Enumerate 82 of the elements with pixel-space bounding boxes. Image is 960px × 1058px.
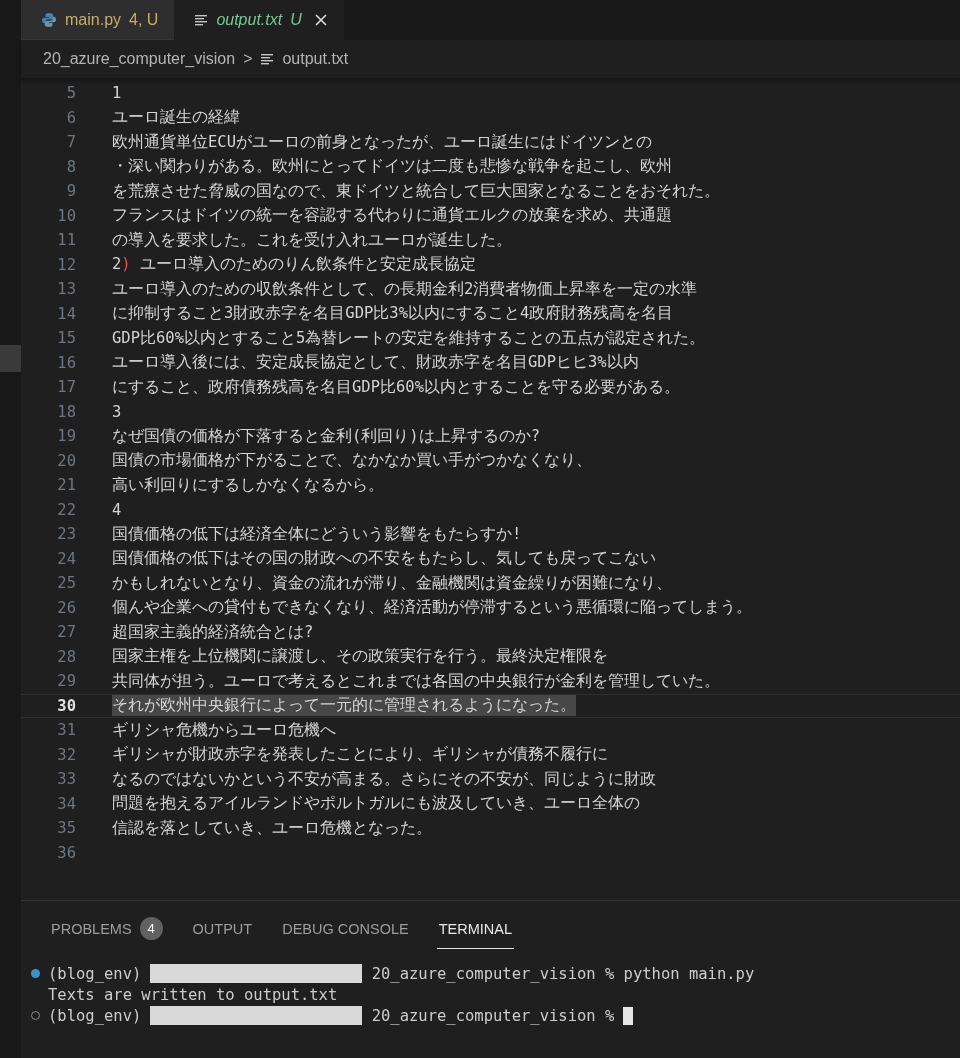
line-number: 32 — [56, 745, 76, 764]
line-number: 11 — [56, 231, 76, 250]
code-line: 2) ユーロ導入のためのりん飲条件と安定成長協定 — [112, 254, 477, 276]
line-number: 20 — [56, 451, 76, 470]
code-line: 欧州通貨単位ECUがユーロの前身となったが、ユーロ誕生にはドイツンとの — [112, 131, 652, 153]
code-line: フランスはドイツの統一を容認する代わりに通貨エルクの放棄を求め、共通題 — [112, 205, 672, 227]
code-line: 超国家主義的経済統合とは? — [112, 621, 314, 643]
line-number: 23 — [56, 525, 76, 544]
line-number: 6 — [65, 108, 76, 127]
code-line: 国債価格の低下は経済全体にどういう影響をもたらすか! — [112, 523, 522, 545]
line-number: 17 — [56, 378, 76, 397]
line-number: 19 — [56, 427, 76, 446]
python-icon — [41, 11, 57, 28]
breadcrumb-separator: > — [243, 50, 253, 68]
line-number: 34 — [56, 794, 76, 813]
line-number: 13 — [56, 280, 76, 299]
line-number: 5 — [65, 84, 76, 103]
line-number: 25 — [56, 574, 76, 593]
panel-tab[interactable]: DEBUG CONSOLE — [280, 909, 411, 949]
line-number: 24 — [56, 549, 76, 568]
line-number: 22 — [56, 500, 76, 519]
line-number: 35 — [56, 819, 76, 838]
code-line: 信認を落としていき、ユーロ危機となった。 — [112, 817, 432, 839]
code-line: 4 — [112, 500, 122, 519]
editor-tab[interactable]: main.py 4, U — [21, 0, 175, 40]
line-number: 30 — [56, 696, 76, 715]
code-line: 3 — [112, 402, 122, 421]
panel-tab[interactable]: PROBLEMS 4 — [49, 909, 165, 949]
code-line: ・深い関わりがある。欧州にとってドイツは二度も悲惨な戦争を起こし、欧州 — [112, 156, 672, 178]
code-line: なるのではないかという不安が高まる。さらにその不安が、同じように財政 — [112, 768, 656, 790]
line-number: 8 — [65, 157, 76, 176]
code-line: 個んや企業への貸付もできなくなり、経済活動が停滞するという悪循環に陥ってしまう。 — [112, 597, 752, 619]
line-number: 29 — [56, 672, 76, 691]
code-line: に抑制すること3財政赤字を名目GDP比3%以内にすること4政府財務残高を名目 — [112, 303, 674, 325]
editor-tab[interactable]: output.txt U — [174, 0, 344, 40]
line-number: 16 — [56, 353, 76, 372]
code-line: 1 — [112, 84, 122, 103]
terminal-text: 20_azure_computer_vision % python main.py — [370, 964, 755, 983]
code-line: GDP比60%以内とすること5為替レートの安定を維持することの五点が認定された。 — [112, 327, 706, 349]
line-number: 15 — [56, 329, 76, 348]
code-line: ユーロ導入後には、安定成長協定として、財政赤字を名目GDPヒヒ3%以内 — [112, 352, 639, 374]
scroll-marker — [0, 345, 21, 372]
file-icon — [260, 53, 275, 65]
terminal-text: (blog_env) — [48, 964, 142, 983]
code-line: 共同体が担う。ユーロで考えるとこれまでは各国の中央銀行が金利を管理していた。 — [112, 670, 720, 692]
line-number: 31 — [56, 721, 76, 740]
panel-tab[interactable]: OUTPUT — [190, 909, 255, 949]
line-number: 27 — [56, 623, 76, 642]
code-line: ギリシャ危機からユーロ危機へ — [112, 719, 336, 741]
code-line: ユーロ導入のための収飲条件として、の長期金利2消費者物価上昇率を一定の水準 — [112, 278, 698, 300]
line-number: 14 — [56, 304, 76, 323]
line-number: 9 — [65, 182, 76, 201]
panel-tab[interactable]: TERMINAL — [436, 909, 515, 949]
line-number: 36 — [56, 843, 76, 862]
line-number: 7 — [65, 133, 76, 152]
problem-count-badge: 4 — [139, 917, 163, 940]
terminal-text: 20_azure_computer_vision % — [370, 1006, 615, 1025]
code-line: 国家主権を上位機関に譲渡し、その政策実行を行う。最終決定権限を — [112, 646, 608, 668]
line-number: 26 — [56, 598, 76, 617]
close-icon[interactable] — [313, 12, 328, 27]
breadcrumb-file[interactable]: output.txt — [282, 50, 349, 68]
code-line: 国債価格の低下はその国の財政への不安をもたらし、気しても戻ってこない — [112, 548, 656, 570]
file-icon — [194, 13, 209, 26]
code-line: 問題を抱えるアイルランドやポルトガルにも波及していき、ユーロ全体の — [112, 793, 640, 815]
line-number: 33 — [56, 770, 76, 789]
line-number: 21 — [56, 476, 76, 495]
code-line: ユーロ誕生の経緯 — [112, 107, 240, 129]
line-number: 10 — [56, 206, 76, 225]
terminal-text: Texts are written to output.txt — [48, 985, 338, 1004]
terminal-text: (blog_env) — [48, 1006, 142, 1025]
code-line: かもしれないとなり、資金の流れが滞り、金融機関は資金繰りが困難になり、 — [112, 572, 672, 594]
breadcrumb-folder[interactable]: 20_azure_computer_vision — [43, 50, 236, 68]
code-line: なぜ国債の価格が下落すると金利(利回り)は上昇するのか? — [112, 425, 540, 447]
code-line: の導入を要求した。これを受け入れユーロが誕生した。 — [112, 229, 512, 251]
line-number: 28 — [56, 647, 76, 666]
code-line: にすること、政府債務残高を名目GDP比60%以内とすることを守る必要がある。 — [112, 376, 680, 398]
code-line: 国債の市場価格が下がることで、なかなか買い手がつかなくなり、 — [112, 450, 592, 472]
code-line: ギリシャが財政赤字を発表したことにより、ギリシャが債務不履行に — [112, 744, 608, 766]
code-line: を荒療させた脅威の国なので、東ドイツと統合して巨大国家となることをおそれた。 — [112, 180, 720, 202]
line-number: 12 — [56, 255, 76, 274]
code-line: 高い利回りにするしかなくなるから。 — [112, 474, 384, 496]
line-number: 18 — [56, 402, 76, 421]
